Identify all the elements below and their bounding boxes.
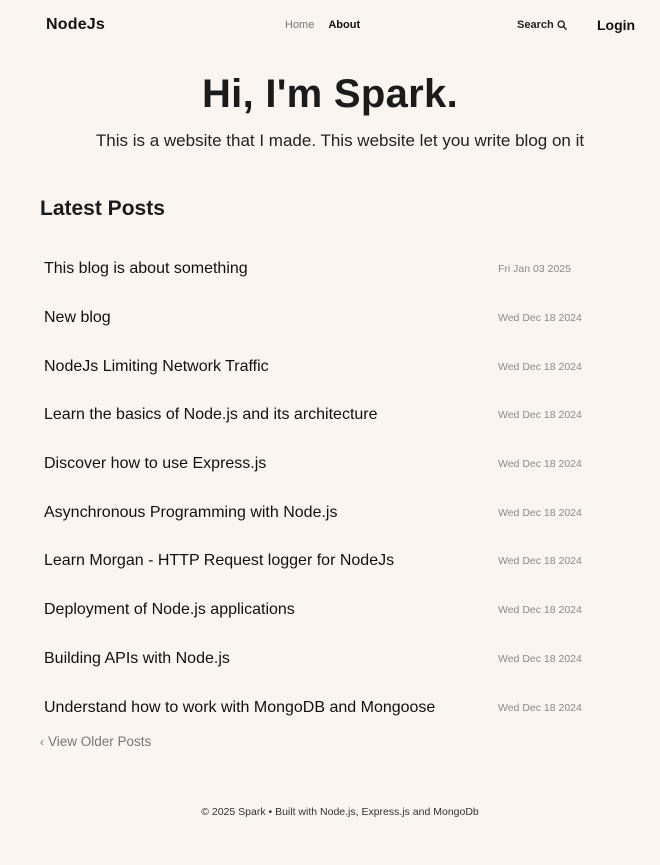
nav-link-home[interactable]: Home — [285, 19, 314, 31]
site-header: NodeJs Home About Search Login — [0, 0, 660, 52]
post-date: Wed Dec 18 2024 — [498, 701, 582, 714]
post-list-item[interactable]: Learn the basics of Node.js and its arch… — [44, 391, 604, 440]
post-date: Wed Dec 18 2024 — [498, 555, 582, 568]
view-older-posts-link[interactable]: ‹ View Older Posts — [40, 734, 151, 749]
post-title: Understand how to work with MongoDB and … — [44, 698, 436, 716]
post-title: New blog — [44, 309, 111, 327]
post-list-item[interactable]: Deployment of Node.js applications Wed D… — [44, 586, 604, 635]
post-list-item[interactable]: New blog Wed Dec 18 2024 — [44, 294, 604, 343]
view-older-posts-label: View Older Posts — [48, 734, 152, 749]
nav-link-about[interactable]: About — [328, 19, 360, 31]
post-list-item[interactable]: NodeJs Limiting Network Traffic Wed Dec … — [44, 342, 604, 391]
post-date: Wed Dec 18 2024 — [498, 360, 582, 373]
post-list-item[interactable]: Discover how to use Express.js Wed Dec 1… — [44, 440, 604, 489]
post-title: This blog is about something — [44, 260, 248, 278]
hero-title: Hi, I'm Spark. — [201, 72, 459, 116]
post-list: This blog is about something Fri Jan 03 … — [44, 245, 604, 732]
post-date: Wed Dec 18 2024 — [498, 604, 582, 617]
post-title: Learn Morgan - HTTP Request logger for N… — [44, 552, 395, 570]
post-list-item[interactable]: Asynchronous Programming with Node.js We… — [44, 488, 604, 537]
post-date: Wed Dec 18 2024 — [498, 409, 582, 422]
search-label: Search — [517, 19, 554, 31]
post-title: Asynchronous Programming with Node.js — [44, 503, 338, 521]
post-title: Deployment of Node.js applications — [44, 601, 295, 619]
post-list-item[interactable]: Understand how to work with MongoDB and … — [44, 683, 604, 732]
post-date: Wed Dec 18 2024 — [498, 312, 582, 325]
hero-subtitle: This is a website that I made. This webs… — [95, 131, 585, 150]
post-date: Fri Jan 03 2025 — [498, 263, 571, 276]
post-title: Discover how to use Express.js — [44, 455, 267, 473]
search-button[interactable]: Search — [517, 19, 567, 31]
post-date: Wed Dec 18 2024 — [498, 458, 582, 471]
post-date: Wed Dec 18 2024 — [498, 506, 582, 519]
post-title: NodeJs Limiting Network Traffic — [44, 357, 269, 375]
post-list-item[interactable]: Learn Morgan - HTTP Request logger for N… — [44, 537, 604, 586]
post-date: Wed Dec 18 2024 — [498, 652, 582, 665]
site-footer: © 2025 Spark • Built with Node.js, Expre… — [201, 806, 479, 818]
post-list-item[interactable]: Building APIs with Node.js Wed Dec 18 20… — [44, 635, 604, 684]
chevron-left-icon: ‹ — [40, 734, 44, 749]
login-button[interactable]: Login — [597, 17, 635, 33]
post-title: Learn the basics of Node.js and its arch… — [44, 406, 378, 424]
post-list-item[interactable]: This blog is about something Fri Jan 03 … — [44, 245, 604, 294]
post-title: Building APIs with Node.js — [44, 649, 230, 667]
latest-posts-heading: Latest Posts — [40, 197, 165, 220]
search-icon — [557, 20, 567, 30]
site-logo[interactable]: NodeJs — [46, 16, 105, 34]
main-nav: Home About — [285, 19, 360, 31]
